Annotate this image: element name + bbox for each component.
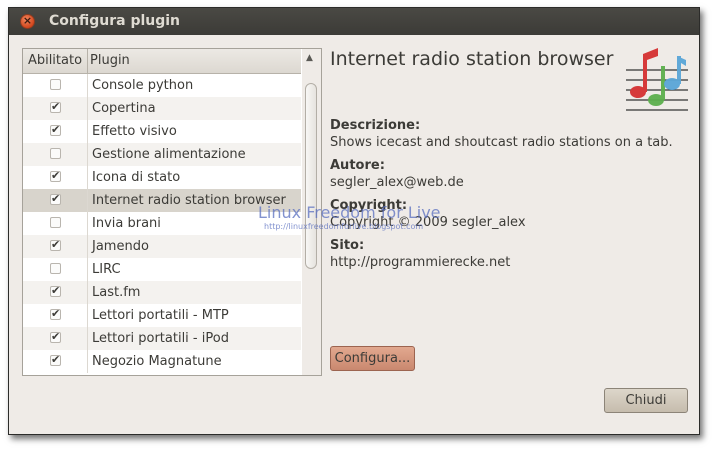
window-title: Configura plugin	[49, 13, 181, 29]
plugin-name: Effetto visivo	[92, 124, 177, 139]
column-divider	[87, 350, 88, 373]
plugin-name: Console python	[92, 78, 194, 93]
enabled-checkbox[interactable]	[50, 238, 61, 251]
scroll-thumb[interactable]	[305, 83, 317, 269]
enabled-checkbox[interactable]	[50, 79, 61, 90]
column-divider	[87, 212, 88, 235]
author-value: segler_alex@web.de	[330, 175, 464, 190]
configure-button[interactable]: Configura...	[330, 346, 415, 371]
enabled-checkbox[interactable]	[50, 263, 61, 274]
plugin-dialog: × Configura plugin Abilitato Plugin Cons…	[8, 7, 700, 435]
column-divider	[87, 258, 88, 281]
column-divider	[87, 74, 88, 97]
description-value: Shows icecast and shoutcast radio statio…	[330, 135, 673, 150]
plugin-row[interactable]: LIRC	[23, 258, 301, 281]
column-divider	[87, 327, 88, 350]
plugin-rows: Console python Copertina Effetto visivo Ges…	[23, 74, 301, 373]
enabled-checkbox[interactable]	[50, 123, 61, 136]
plugin-row[interactable]: Gestione alimentazione	[23, 143, 301, 166]
plugin-row[interactable]: Icona di stato	[23, 166, 301, 189]
column-divider	[87, 143, 88, 166]
plugin-row[interactable]: Jamendo	[23, 235, 301, 258]
plugin-name: Negozio Magnatune	[92, 354, 222, 369]
close-button[interactable]: Chiudi	[604, 388, 688, 413]
music-notes-icon	[626, 48, 688, 111]
plugin-name: Jamendo	[92, 239, 149, 254]
column-divider	[87, 97, 88, 120]
plugin-title: Internet radio station browser	[330, 48, 614, 70]
enabled-checkbox[interactable]	[50, 169, 61, 182]
plugin-row[interactable]: Console python	[23, 74, 301, 97]
enabled-checkbox[interactable]	[50, 100, 61, 113]
enabled-checkbox[interactable]	[50, 330, 61, 343]
plugin-name: Internet radio station browser	[92, 193, 286, 208]
plugin-row[interactable]: Lettori portatili - iPod	[23, 327, 301, 350]
watermark-url: http://linuxfreedomforlive.blogspot.com	[264, 222, 424, 231]
close-window-button[interactable]: ×	[20, 14, 35, 29]
watermark-text: Linux Freedom for Live	[258, 203, 441, 222]
plugin-row[interactable]: Copertina	[23, 97, 301, 120]
plugin-row[interactable]: Last.fm	[23, 281, 301, 304]
enabled-checkbox[interactable]	[50, 284, 61, 297]
site-value: http://programmierecke.net	[330, 255, 511, 270]
plugin-name: Icona di stato	[92, 170, 181, 185]
column-divider	[87, 304, 88, 327]
enabled-checkbox[interactable]	[50, 148, 61, 159]
list-header: Abilitato Plugin	[23, 49, 301, 74]
author-label: Autore:	[330, 158, 385, 173]
plugin-name: Lettori portatili - MTP	[92, 308, 229, 323]
plugin-name: Copertina	[92, 101, 156, 116]
enabled-checkbox[interactable]	[50, 217, 61, 228]
plugin-name: Lettori portatili - iPod	[92, 331, 229, 346]
plugin-row[interactable]: Lettori portatili - MTP	[23, 304, 301, 327]
plugin-name: Invia brani	[92, 216, 161, 231]
column-header-plugin[interactable]: Plugin	[90, 49, 130, 73]
titlebar: × Configura plugin	[9, 8, 699, 35]
column-divider	[87, 189, 88, 212]
scroll-up-icon[interactable]: ▲	[306, 53, 313, 63]
plugin-row[interactable]: Effetto visivo	[23, 120, 301, 143]
column-divider	[87, 281, 88, 304]
description-label: Descrizione:	[330, 118, 421, 133]
enabled-checkbox[interactable]	[50, 307, 61, 320]
close-icon: ×	[22, 14, 33, 27]
plugin-name: LIRC	[92, 262, 121, 277]
column-divider	[87, 235, 88, 258]
column-header-enabled[interactable]: Abilitato	[23, 49, 88, 73]
enabled-checkbox[interactable]	[50, 192, 61, 205]
column-divider	[87, 166, 88, 189]
plugin-name: Gestione alimentazione	[92, 147, 246, 162]
site-label: Sito:	[330, 238, 365, 253]
plugin-name: Last.fm	[92, 285, 141, 300]
plugin-row[interactable]: Negozio Magnatune	[23, 350, 301, 373]
column-divider	[87, 120, 88, 143]
enabled-checkbox[interactable]	[50, 353, 61, 366]
